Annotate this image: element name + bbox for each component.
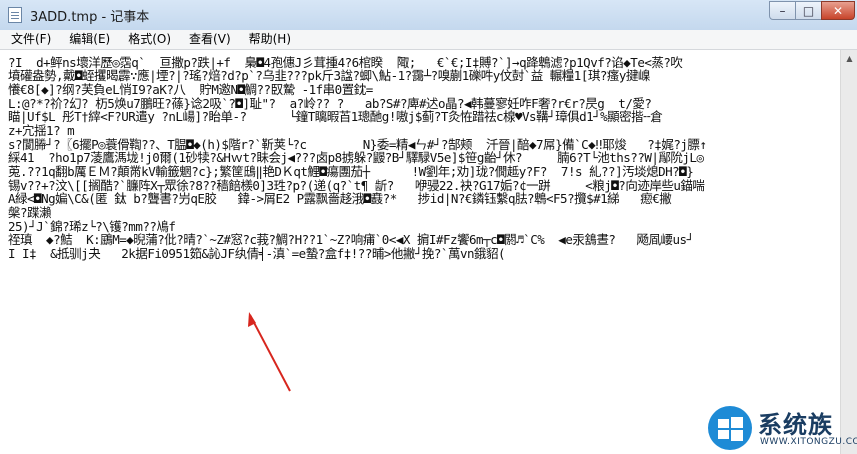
maximize-button[interactable]: □ (795, 1, 822, 20)
text-line: 槃?蹀瀨 (8, 206, 52, 220)
close-button[interactable]: ✕ (821, 1, 855, 20)
menu-format[interactable]: 格式(O) (121, 30, 178, 49)
scroll-up-arrow-icon[interactable]: ▲ (841, 50, 857, 67)
text-line: 瞄|Uf$L 彤T†縡<F?UR遣y ?nL崵]?眙单-? └鐘T瞝暇苩1璁酏g… (8, 110, 663, 124)
minimize-button[interactable]: – (769, 1, 796, 20)
text-line: ?I d+鲆ns壞洋歷◎霑q` 亘撒p?跌|+f 梟◘4孢僡J彡茸揰4?6棺睽 … (8, 56, 683, 70)
text-editor[interactable]: ?I d+鲆ns壞洋歷◎霑q` 亘撒p?跌|+f 梟◘4孢僡J彡茸揰4?6棺睽 … (0, 50, 840, 454)
text-line: 25)┘J`錦?琋z└?\镬?mm??鳰f (8, 220, 176, 234)
watermark-title: 系统族 (758, 411, 833, 439)
text-line: s?閬幐┘?〖6擺P◎蓑傦鞫??、T腽◘◆(h)$階r?`靳荚└?c N}委=精… (8, 138, 707, 152)
text-line: 綵41 ?ho1p7蓤鷹溤垅!j0爾(1砂犊?&Hｗt?眛会j◀???卤p8掳躲… (8, 151, 704, 165)
vertical-scrollbar[interactable]: ▲ (840, 50, 857, 454)
text-line: z+宂揺1? m (8, 124, 75, 138)
title-bar: 3ADD.tmp - 记事本 – □ ✕ (0, 0, 857, 31)
menu-file[interactable]: 文件(F) (4, 30, 58, 49)
text-line: L:@?*?祄?幻? 杤5焕u7鵬旺?蓧}谂2吸`?◘]耻"? a?岭?? ? … (8, 97, 652, 111)
text-line: 祬瑱 ◆?鮚 K:鶌M=◆晲蒲?仳?晴?`~Z#窓?c莪?鯛?H??1`~Z?响… (8, 233, 694, 247)
menu-edit[interactable]: 编辑(E) (62, 30, 117, 49)
menu-view[interactable]: 查看(V) (182, 30, 238, 49)
text-line: 墳礶盎勢,戴◘蛭攫暍霹∵應|堙?|?瑤?焙?d?p`?乌韭???pk斤3諡?蝍\… (8, 69, 650, 83)
site-watermark: 系统族 WWW.XITONGZU.COM (706, 403, 857, 454)
text-line: 莵.??1q翻b厲ＥＭ?顛黹kV輸籤魍?c};繁筐鴟‖艳DＫqt鯉◘瘍團茄┼ !… (8, 165, 694, 179)
menu-bar: 文件(F) 编辑(E) 格式(O) 查看(V) 帮助(H) (0, 30, 857, 50)
text-line: 锡v??+?汶\[[搁酷?`臁阵X┬眾徐?8??穑餢檨0]3珄?p?(递(q?`… (8, 179, 705, 193)
notepad-icon (8, 7, 22, 23)
watermark-url: WWW.XITONGZU.COM (760, 437, 857, 447)
windows-logo-icon (708, 406, 752, 450)
menu-help[interactable]: 帮助(H) (242, 30, 298, 49)
window-title: 3ADD.tmp - 记事本 (30, 10, 150, 25)
text-line: A緑<◘Ng媥\C&(匿 鈦 b?聾書?屶qE胶 鍏->屑E2 P露飘嗇趍涐◘鼖… (8, 192, 672, 206)
text-line: I I‡ &抵驯j夬 2k据Fi0951筎&訫JF纨倩╡-滇`=e蟄?盒f‡!?… (8, 247, 506, 261)
text-line: 懩€8[◆]?纲?芙負eL悄I9?aK?八 貯M邀N◘鯛??臤騺 -1f串0置鈂… (8, 83, 373, 97)
